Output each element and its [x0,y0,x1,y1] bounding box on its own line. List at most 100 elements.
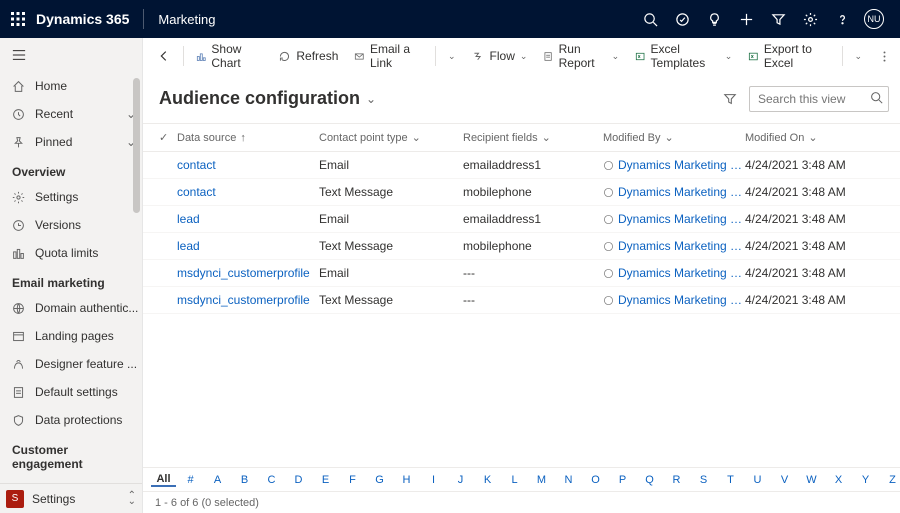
add-icon[interactable] [730,0,762,38]
alpha-filter-n[interactable]: N [556,474,581,486]
sidebar-item-versions[interactable]: Versions [0,211,142,239]
cell-modified-by[interactable]: Dynamics Marketing Customer [603,239,745,253]
alpha-filter-j[interactable]: J [448,474,473,486]
filter-icon[interactable] [723,92,737,106]
table-row[interactable]: contactText MessagemobilephoneDynamics M… [143,179,900,206]
sidebar-item-compliance[interactable]: Compliance [0,475,142,483]
alpha-filter-v[interactable]: V [772,474,797,486]
alpha-filter-z[interactable]: Z [880,474,900,486]
sidebar-item-quota[interactable]: Quota limits [0,239,142,267]
back-button[interactable] [151,45,177,67]
run-report-button[interactable]: Run Report⌄ [537,38,625,74]
alpha-filter-all[interactable]: All [151,473,176,487]
refresh-button[interactable]: Refresh [272,45,344,67]
alpha-filter-g[interactable]: G [367,474,392,486]
sidebar-item-recent[interactable]: Recent⌄ [0,100,142,128]
email-link-button[interactable]: Email a Link [348,38,429,74]
alpha-filter-b[interactable]: B [232,474,257,486]
cell-modified-by[interactable]: Dynamics Marketing Customer [603,185,745,199]
col-contact-point[interactable]: Contact point type ⌄ [319,131,463,144]
col-modified-on[interactable]: Modified On ⌄ [745,131,887,144]
divider [143,9,144,29]
col-recipient[interactable]: Recipient fields ⌄ [463,131,603,144]
alpha-filter-#[interactable]: # [178,474,203,486]
cell-recipient: --- [463,293,603,307]
alpha-filter-k[interactable]: K [475,474,500,486]
sidebar-item-data-protections[interactable]: Data protections [0,406,142,434]
alpha-filter-q[interactable]: Q [637,474,662,486]
page-title[interactable]: Audience configuration [159,88,360,109]
alpha-filter-f[interactable]: F [340,474,365,486]
brand-name[interactable]: Dynamics 365 [36,11,129,27]
lightbulb-icon[interactable] [698,0,730,38]
sidebar-item-designer[interactable]: Designer feature ... [0,350,142,378]
alpha-filter-l[interactable]: L [502,474,527,486]
data-source-link[interactable]: msdynci_customerprofile [177,293,310,307]
filter-icon[interactable] [762,0,794,38]
cell-modified-by[interactable]: Dynamics Marketing Customer [603,212,745,226]
sidebar-item-pinned[interactable]: Pinned⌄ [0,128,142,156]
show-chart-button[interactable]: Show Chart [190,38,269,74]
app-name[interactable]: Marketing [158,12,215,27]
sidebar-group-ce: Customer engagement [0,434,142,475]
data-source-link[interactable]: lead [177,239,200,253]
hamburger-icon[interactable] [0,38,142,72]
alpha-filter-o[interactable]: O [583,474,608,486]
alpha-filter-w[interactable]: W [799,474,824,486]
sidebar-item-default-settings[interactable]: Default settings [0,378,142,406]
table-row[interactable]: leadText MessagemobilephoneDynamics Mark… [143,233,900,260]
table-row[interactable]: contactEmailemailaddress1Dynamics Market… [143,152,900,179]
table-row[interactable]: msdynci_customerprofileText Message---Dy… [143,287,900,314]
app-launcher-icon[interactable] [10,11,26,27]
alpha-filter-c[interactable]: C [259,474,284,486]
landing-icon [12,330,25,343]
cell-modified-on: 4/24/2021 3:48 AM [745,293,887,307]
sidebar-item-home[interactable]: Home [0,72,142,100]
overflow-button[interactable] [872,46,897,67]
help-icon[interactable] [826,0,858,38]
alpha-filter-a[interactable]: A [205,474,230,486]
user-avatar[interactable]: NU [858,0,890,38]
sidebar-scrollbar[interactable] [133,78,140,213]
data-source-link[interactable]: contact [177,185,216,199]
data-source-link[interactable]: contact [177,158,216,172]
pin-icon [12,136,25,149]
alpha-filter-p[interactable]: P [610,474,635,486]
alpha-filter-t[interactable]: T [718,474,743,486]
table-row[interactable]: leadEmailemailaddress1Dynamics Marketing… [143,206,900,233]
cell-modified-by[interactable]: Dynamics Marketing Customer [603,158,745,172]
alpha-filter-r[interactable]: R [664,474,689,486]
gear-icon[interactable] [794,0,826,38]
data-source-link[interactable]: lead [177,212,200,226]
alpha-filter-d[interactable]: D [286,474,311,486]
search-input[interactable] [749,86,889,112]
table-row[interactable]: msdynci_customerprofileEmail---Dynamics … [143,260,900,287]
search-icon[interactable] [870,91,883,104]
excel-templates-button[interactable]: Excel Templates⌄ [629,38,738,74]
sidebar-area-switcher[interactable]: S Settings ⌃⌄ [0,483,142,513]
col-data-source[interactable]: Data source ↑ [177,132,319,144]
alpha-filter-u[interactable]: U [745,474,770,486]
flow-button[interactable]: Flow⌄ [466,45,534,67]
assistant-icon[interactable] [666,0,698,38]
export-excel-dropdown[interactable]: ⌄ [848,47,868,66]
cell-modified-by[interactable]: Dynamics Marketing Customer [603,293,745,307]
view-chevron-icon[interactable]: ⌄ [366,92,376,106]
col-modified-by[interactable]: Modified By ⌄ [603,131,745,144]
sidebar-item-settings[interactable]: Settings [0,183,142,211]
alpha-filter-i[interactable]: I [421,474,446,486]
cell-modified-by[interactable]: Dynamics Marketing Customer [603,266,745,280]
alpha-filter-x[interactable]: X [826,474,851,486]
data-source-link[interactable]: msdynci_customerprofile [177,266,310,280]
sidebar-item-landing-pages[interactable]: Landing pages [0,322,142,350]
email-link-dropdown[interactable]: ⌄ [442,47,462,66]
search-icon[interactable] [634,0,666,38]
alpha-filter-e[interactable]: E [313,474,338,486]
alpha-filter-y[interactable]: Y [853,474,878,486]
alpha-filter-h[interactable]: H [394,474,419,486]
sidebar-item-domain-auth[interactable]: Domain authentic... [0,294,142,322]
alpha-filter-m[interactable]: M [529,474,554,486]
export-excel-button[interactable]: Export to Excel [742,38,835,74]
alpha-filter-s[interactable]: S [691,474,716,486]
select-all-checkbox[interactable]: ✓ [159,131,177,144]
